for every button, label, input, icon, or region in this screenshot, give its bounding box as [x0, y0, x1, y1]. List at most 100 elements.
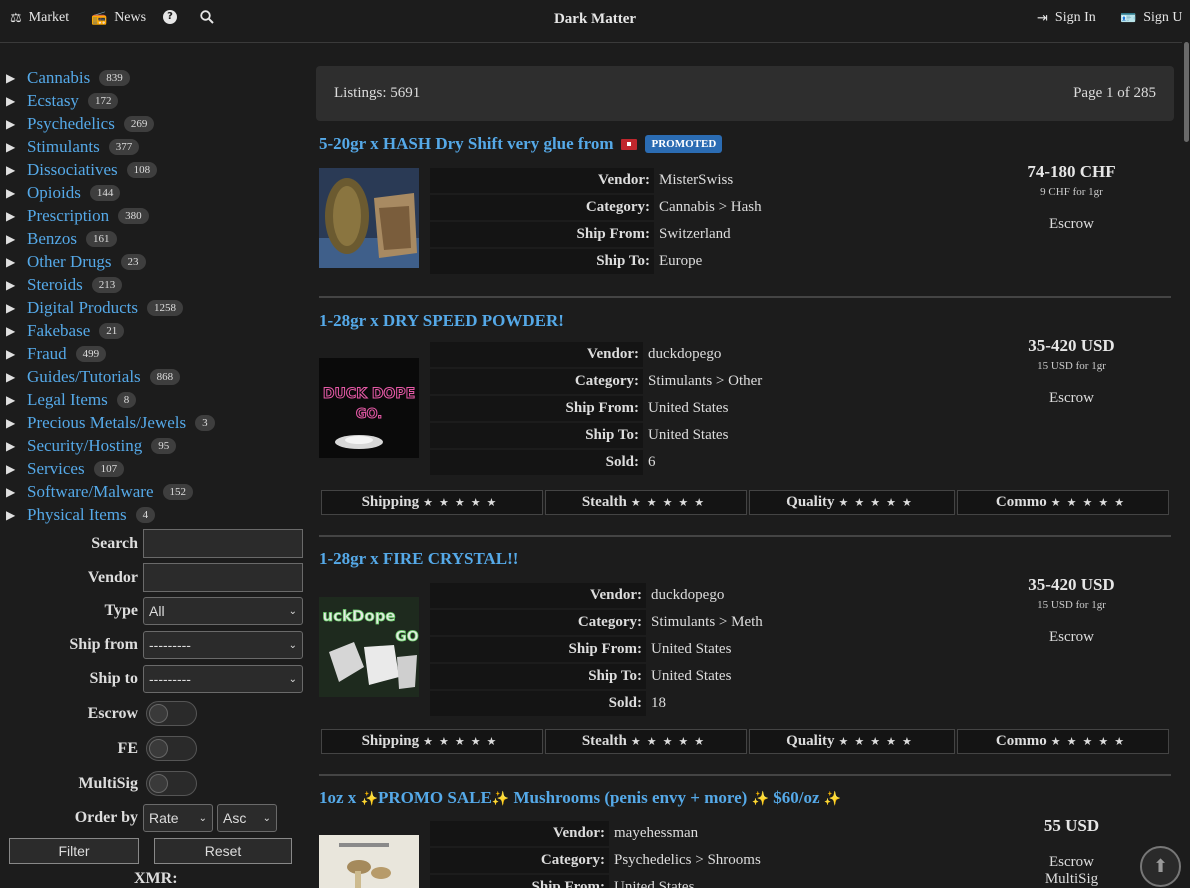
- stealth-rating: Stealth ★★★★★: [545, 490, 747, 515]
- order-by-select[interactable]: Rate ⌄: [143, 804, 213, 832]
- category-item[interactable]: ▶ Fraud 499: [0, 342, 310, 365]
- category-item[interactable]: ▶ Prescription 380: [0, 204, 310, 227]
- category-link[interactable]: Stimulants > Other: [643, 369, 762, 394]
- listing-info: Vendor: duckdopego Category: Stimulants > …: [430, 342, 762, 477]
- category-count: 868: [149, 368, 181, 385]
- chevron-down-icon: ⌄: [288, 605, 297, 617]
- category-link[interactable]: Digital Products: [27, 298, 138, 318]
- search-input[interactable]: [143, 529, 303, 558]
- category-link[interactable]: Opioids: [27, 183, 81, 203]
- category-item[interactable]: ▶ Precious Metals/Jewels 3: [0, 411, 310, 434]
- listing-title[interactable]: 5-20gr x HASH Dry Shift very glue from: [319, 134, 613, 154]
- category-item[interactable]: ▶ Benzos 161: [0, 227, 310, 250]
- category-item[interactable]: ▶ Ecstasy 172: [0, 89, 310, 112]
- category-link[interactable]: Legal Items: [27, 390, 108, 410]
- page-indicator: Page 1 of 285: [1073, 85, 1156, 101]
- quality-rating-label: Quality: [786, 494, 835, 510]
- category-item[interactable]: ▶ Cannabis 839: [0, 66, 310, 89]
- xmr-label: XMR:: [134, 870, 178, 887]
- category-link[interactable]: Steroids: [27, 275, 83, 295]
- category-item[interactable]: ▶ Stimulants 377: [0, 135, 310, 158]
- top-navbar: ⚖ Market 📻 News ? Dark Matter ⇥ Sign In …: [0, 0, 1190, 43]
- chevron-down-icon: ⌄: [288, 639, 297, 651]
- reset-button[interactable]: Reset: [154, 838, 292, 864]
- category-link[interactable]: Cannabis: [27, 68, 90, 88]
- category-item[interactable]: ▶ Legal Items 8: [0, 388, 310, 411]
- nav-sign-up[interactable]: 🪪 Sign Up: [1120, 10, 1189, 26]
- category-link[interactable]: Stimulants > Meth: [646, 610, 763, 635]
- vendor-link[interactable]: mayehessman: [609, 821, 698, 846]
- multisig-toggle[interactable]: [146, 771, 197, 796]
- category-item[interactable]: ▶ Guides/Tutorials 868: [0, 365, 310, 388]
- category-link[interactable]: Ecstasy: [27, 91, 79, 111]
- vendor-link[interactable]: duckdopego: [643, 342, 721, 367]
- listing-title-row: 1oz x ✨PROMO SALE✨ Mushrooms (penis envy…: [319, 788, 1171, 808]
- vendor-link[interactable]: duckdopego: [646, 583, 724, 608]
- category-link[interactable]: Fakebase: [27, 321, 90, 341]
- category-item[interactable]: ▶ Steroids 213: [0, 273, 310, 296]
- scrollbar-thumb[interactable]: [1184, 42, 1189, 142]
- ship-from-select[interactable]: --------- ⌄: [143, 631, 303, 659]
- sold-field-label: Sold:: [430, 691, 646, 716]
- listing-title[interactable]: 1oz x ✨PROMO SALE✨ Mushrooms (penis envy…: [319, 788, 841, 808]
- nav-sign-in[interactable]: ⇥ Sign In: [1037, 10, 1096, 26]
- category-link[interactable]: Guides/Tutorials: [27, 367, 141, 387]
- listing-thumbnail[interactable]: [319, 835, 419, 888]
- category-link[interactable]: Psychedelics > Shrooms: [609, 848, 761, 873]
- category-item[interactable]: ▶ Digital Products 1258: [0, 296, 310, 319]
- category-item[interactable]: ▶ Opioids 144: [0, 181, 310, 204]
- listing-thumbnail[interactable]: uckDope GO: [319, 597, 419, 697]
- category-link[interactable]: Other Drugs: [27, 252, 112, 272]
- speed-product-image: DUCK DOPE GO.: [319, 358, 419, 458]
- category-count: 377: [108, 138, 140, 155]
- type-select[interactable]: All ⌄: [143, 597, 303, 625]
- listing-title[interactable]: 1-28gr x DRY SPEED POWDER!: [319, 311, 564, 331]
- sparkles-icon: ✨: [491, 791, 510, 807]
- ship-to-value: Europe: [659, 253, 703, 269]
- order-dir-select[interactable]: Asc ⌄: [217, 804, 277, 832]
- category-link[interactable]: Security/Hosting: [27, 436, 142, 456]
- category-link[interactable]: Prescription: [27, 206, 109, 226]
- escrow-toggle[interactable]: [146, 701, 197, 726]
- filter-button[interactable]: Filter: [9, 838, 139, 864]
- listing-thumbnail[interactable]: [319, 168, 419, 268]
- category-item[interactable]: ▶ Services 107: [0, 457, 310, 480]
- category-item[interactable]: ▶ Other Drugs 23: [0, 250, 310, 273]
- category-link[interactable]: Precious Metals/Jewels: [27, 413, 186, 433]
- triangle-right-icon: ▶: [6, 208, 16, 223]
- category-link[interactable]: Cannabis > Hash: [654, 195, 762, 220]
- triangle-right-icon: ▶: [6, 461, 16, 476]
- category-item[interactable]: ▶ Dissociatives 108: [0, 158, 310, 181]
- category-link[interactable]: Stimulants: [27, 137, 100, 157]
- ship-from-field-label: Ship From:: [430, 222, 654, 247]
- category-link[interactable]: Software/Malware: [27, 482, 154, 502]
- category-field-label: Category:: [430, 195, 654, 220]
- page-scrollbar[interactable]: [1182, 0, 1190, 888]
- category-item[interactable]: ▶ Fakebase 21: [0, 319, 310, 342]
- commo-rating-label: Commo: [995, 494, 1047, 510]
- listing-count: Listings: 5691: [334, 85, 421, 101]
- scroll-to-top-button[interactable]: ⬆: [1140, 846, 1181, 887]
- ship-to-select[interactable]: --------- ⌄: [143, 665, 303, 693]
- category-item[interactable]: ▶ Security/Hosting 95: [0, 434, 310, 457]
- listing-title-row: 5-20gr x HASH Dry Shift very glue from P…: [319, 134, 1171, 154]
- listing-thumbnail[interactable]: DUCK DOPE GO.: [319, 358, 419, 458]
- star-rating-icons: ★★★★★: [423, 735, 503, 748]
- vendor-input[interactable]: [143, 563, 303, 592]
- category-item[interactable]: ▶ Psychedelics 269: [0, 112, 310, 135]
- chevron-down-icon: ⌄: [198, 812, 207, 824]
- listing-title[interactable]: 1-28gr x FIRE CRYSTAL!!: [319, 549, 518, 569]
- category-link[interactable]: Services: [27, 459, 85, 479]
- category-link[interactable]: Fraud: [27, 344, 67, 364]
- listing-card: 1-28gr x DRY SPEED POWDER! DUCK DOPE GO.…: [319, 311, 1171, 515]
- category-link[interactable]: Psychedelics: [27, 114, 115, 134]
- fe-toggle[interactable]: [146, 736, 197, 761]
- vendor-link[interactable]: MisterSwiss: [654, 168, 733, 193]
- category-link[interactable]: Benzos: [27, 229, 77, 249]
- category-item[interactable]: ▶ Physical Items 4: [0, 503, 310, 526]
- category-item[interactable]: ▶ Software/Malware 152: [0, 480, 310, 503]
- category-link[interactable]: Dissociatives: [27, 160, 118, 180]
- category-link[interactable]: Physical Items: [27, 505, 127, 525]
- brand-title[interactable]: Dark Matter: [0, 11, 1190, 28]
- ship-from-label: Ship from: [69, 636, 138, 653]
